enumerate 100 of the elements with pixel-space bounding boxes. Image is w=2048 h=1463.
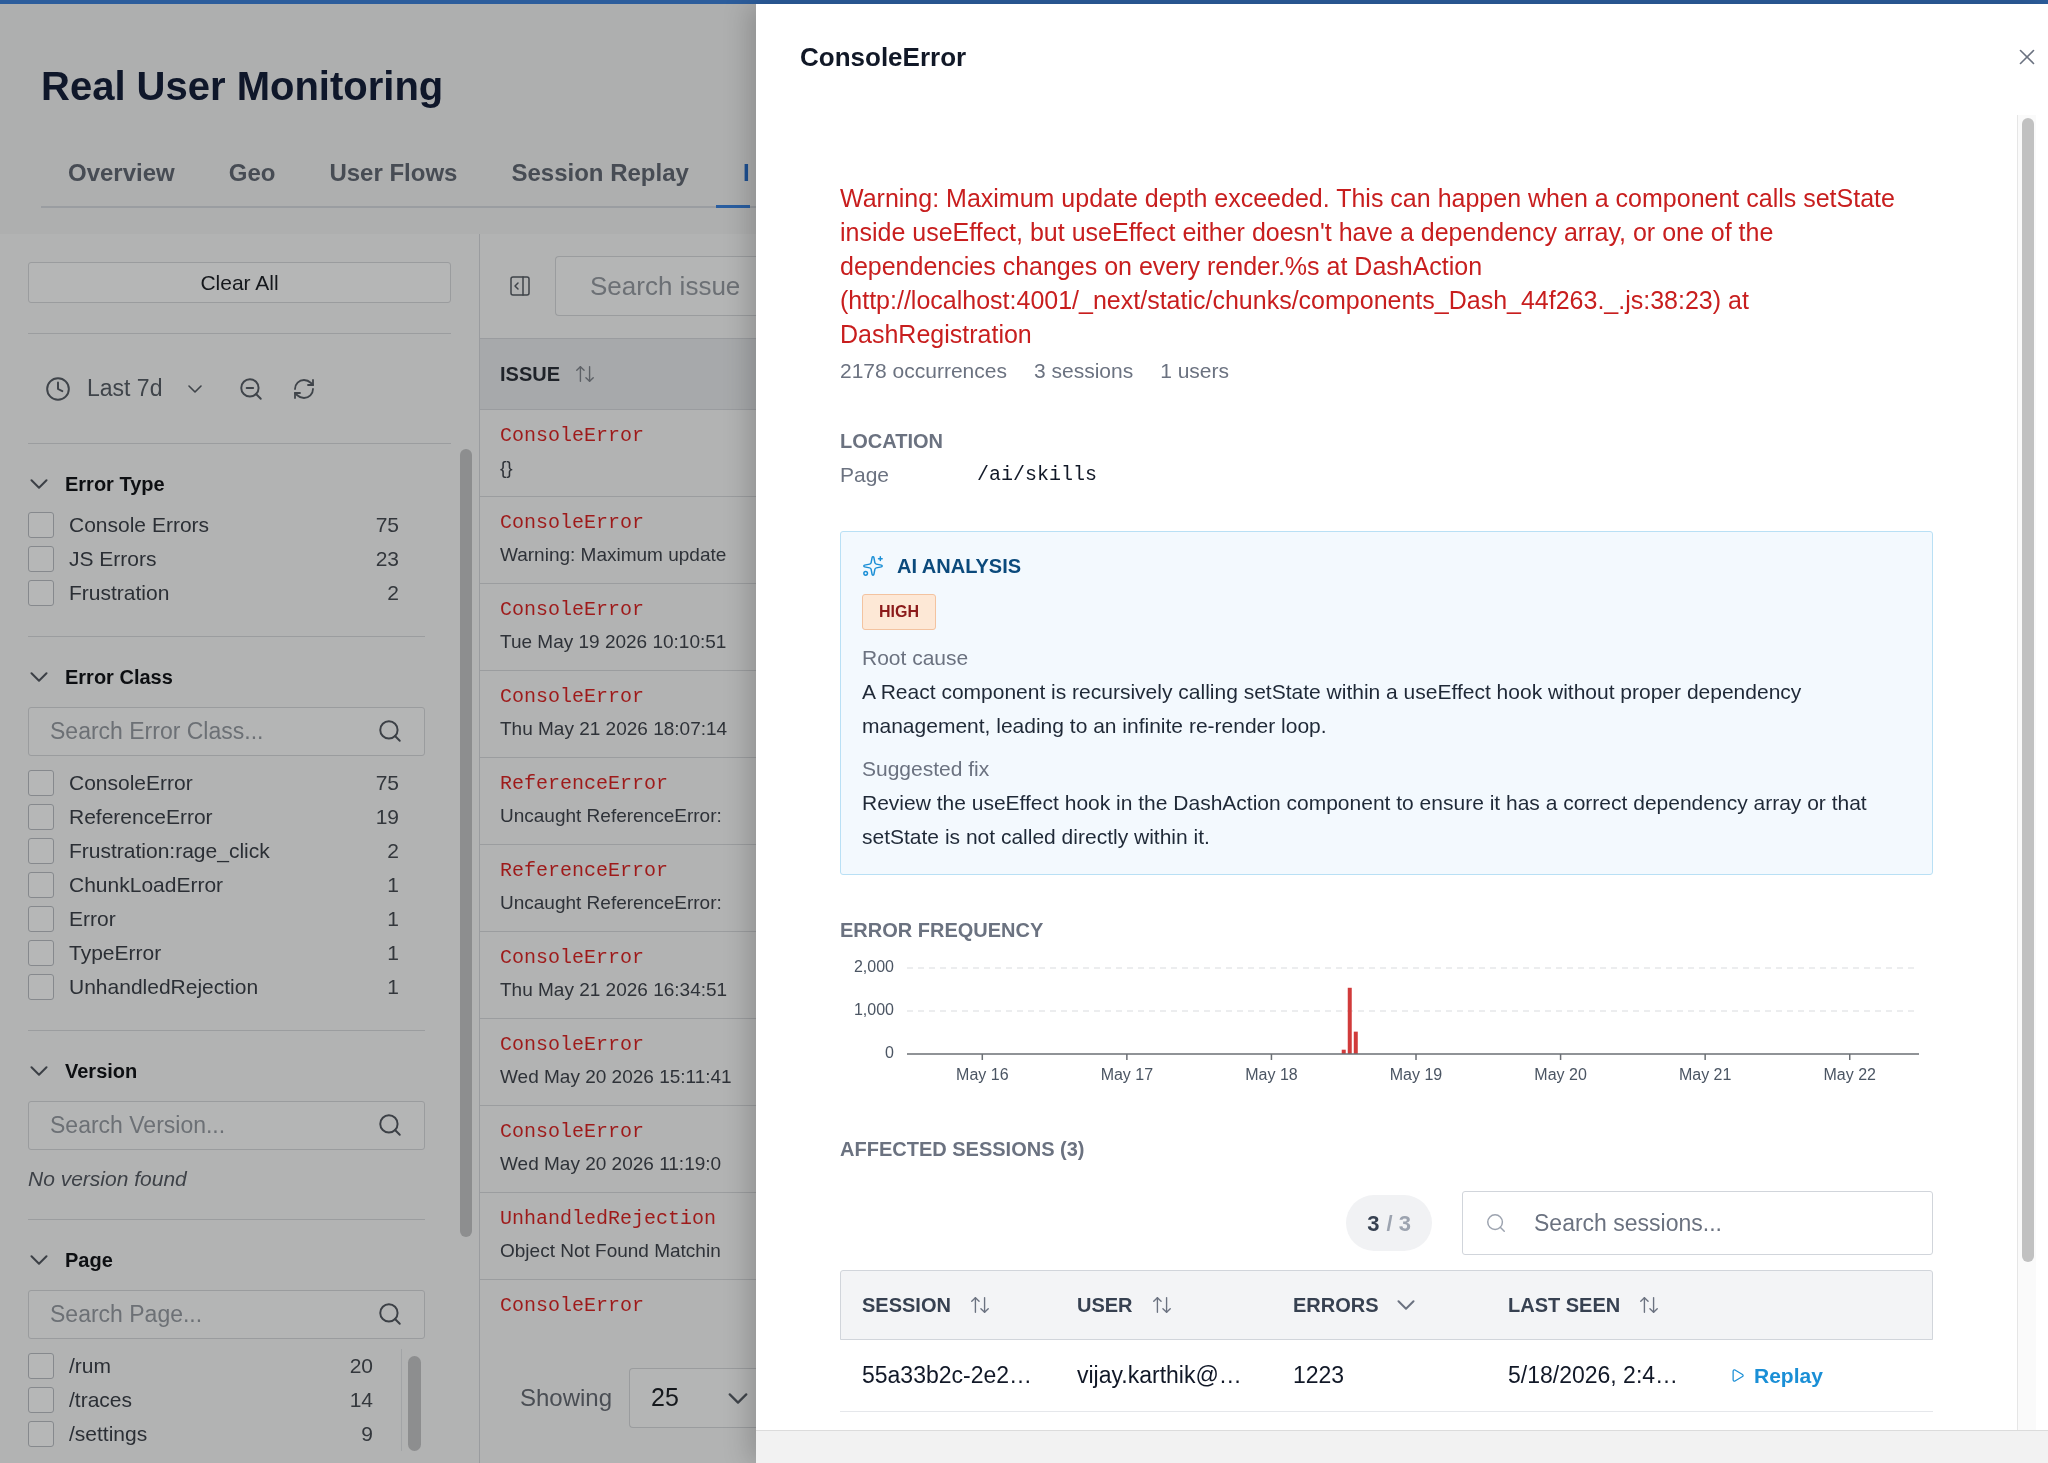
chevron-down-icon	[728, 1392, 748, 1404]
chevron-down-icon[interactable]	[30, 1066, 48, 1076]
checkbox[interactable]	[28, 512, 54, 538]
axis-label: May 21	[1678, 1066, 1732, 1084]
tab[interactable]: User Flows	[302, 140, 485, 208]
checkbox[interactable]	[28, 974, 54, 1000]
chevron-down-icon[interactable]	[1396, 1300, 1415, 1310]
section-header[interactable]: Error Class	[28, 657, 425, 697]
refresh-icon[interactable]	[292, 376, 317, 401]
section-label: AFFECTED SESSIONS (3)	[840, 1137, 1086, 1161]
checkbox[interactable]	[28, 906, 54, 932]
search-field[interactable]: Search issue	[555, 256, 756, 316]
sparkle-icon	[862, 555, 884, 577]
sort-icon[interactable]	[1150, 1294, 1173, 1316]
scrollbar-thumb[interactable]	[408, 1356, 421, 1451]
axis-label: May 20	[1534, 1066, 1587, 1084]
search-field[interactable]: Search Version...	[28, 1101, 425, 1150]
table-cell-text: 1223	[1293, 1361, 1345, 1391]
filter-label: ChunkLoadError	[69, 872, 224, 898]
analysis-text: Review the useEffect hook in the DashAction component to ensure it has a correct dependency array or that setState is not called directly within it.	[862, 790, 1868, 850]
page-size-select[interactable]: 25	[629, 1368, 756, 1428]
tab[interactable]: I	[715, 140, 750, 208]
chart-title: ERROR FREQUENCY	[840, 918, 1045, 942]
search-icon	[1485, 1212, 1507, 1234]
zoom-out-icon[interactable]	[238, 375, 265, 402]
search-field[interactable]: Search Error Class...	[28, 707, 425, 756]
empty-message: No version found	[28, 1166, 188, 1192]
stat-text: 2178 occurrences	[840, 359, 1007, 383]
checkbox[interactable]	[28, 838, 54, 864]
axis-label: 0	[885, 1044, 894, 1062]
column-header[interactable]: ERRORS	[1293, 1290, 1415, 1320]
column-header[interactable]: SESSION	[862, 1290, 991, 1320]
clock-icon	[45, 375, 71, 402]
filter-label: ConsoleError	[69, 770, 193, 796]
showing-label: Showing	[520, 1383, 613, 1413]
column-header[interactable]: ISSUE	[500, 359, 561, 389]
scrollbar-thumb[interactable]	[460, 449, 472, 1237]
filter-label: UnhandledRejection	[69, 974, 259, 1000]
checkbox[interactable]	[28, 872, 54, 898]
field-label: Page	[840, 462, 891, 489]
axis-label: May 19	[1389, 1066, 1443, 1084]
checkbox[interactable]	[28, 1353, 54, 1379]
checkbox[interactable]	[28, 770, 54, 796]
time-range-select[interactable]: Last 7d	[45, 366, 203, 411]
analysis-label: Suggested fix	[862, 756, 991, 782]
column-header[interactable]: LAST SEEN	[1508, 1290, 1661, 1320]
tab[interactable]: Overview	[41, 140, 202, 208]
result-count: 3 / 3	[1346, 1195, 1432, 1251]
checkbox[interactable]	[28, 546, 54, 572]
section-header[interactable]: Version	[28, 1051, 425, 1091]
analysis-label: Root cause	[862, 645, 970, 671]
search-icon	[377, 1301, 403, 1327]
search-icon	[377, 1112, 403, 1138]
filter-label: TypeError	[69, 940, 162, 966]
sort-icon[interactable]	[574, 363, 597, 385]
tab[interactable]: Geo	[201, 140, 303, 208]
panel-collapse-icon[interactable]	[508, 274, 532, 298]
filter-label: JS Errors	[69, 546, 157, 572]
search-icon	[377, 718, 403, 744]
clear-all-button[interactable]: Clear All	[28, 262, 451, 303]
filter-count: 20	[349, 1353, 373, 1379]
axis-label: May 22	[1823, 1066, 1876, 1084]
filter-label: /settings	[69, 1421, 148, 1447]
section-label: LOCATION	[840, 429, 944, 453]
filter-count: 14	[349, 1387, 373, 1413]
severity-badge: HIGH	[862, 594, 936, 630]
column-header[interactable]: USER	[1077, 1290, 1173, 1320]
sort-icon[interactable]	[1638, 1294, 1661, 1316]
table-cell-text: vijay.karthik@…	[1077, 1361, 1242, 1391]
page-title: Real User Monitoring	[41, 63, 445, 110]
filter-count: 2	[387, 838, 399, 864]
scrollbar-thumb[interactable]	[2022, 118, 2034, 1262]
chevron-down-icon[interactable]	[30, 1255, 48, 1265]
section-header[interactable]: Page	[28, 1240, 425, 1280]
checkbox[interactable]	[28, 1387, 54, 1413]
table-cell-text: 55a33b2c-2e2…	[862, 1361, 1033, 1391]
filter-count: 75	[375, 512, 399, 538]
analysis-text: A React component is recursively calling setState within a useEffect hook without proper dependency management, leading to an infinite re-render loop.	[862, 679, 1803, 739]
filter-count: 23	[375, 546, 399, 572]
filter-count: 1	[387, 940, 399, 966]
replay-link[interactable]: Replay	[1730, 1359, 1823, 1392]
section-header[interactable]: Error Type	[28, 464, 425, 504]
checkbox[interactable]	[28, 1421, 54, 1447]
field-value: /ai/skills	[977, 462, 1098, 488]
tab[interactable]: Session Replay	[484, 140, 716, 208]
checkbox[interactable]	[28, 940, 54, 966]
sort-icon[interactable]	[968, 1294, 991, 1316]
chevron-down-icon[interactable]	[30, 479, 48, 489]
filter-count: 19	[375, 804, 399, 830]
checkbox[interactable]	[28, 580, 54, 606]
search-field[interactable]: Search sessions...	[1462, 1191, 1933, 1255]
search-field[interactable]: Search Page...	[28, 1290, 425, 1339]
filter-count: 75	[375, 770, 399, 796]
filter-count: 1	[387, 906, 399, 932]
analysis-title: AI ANALYSIS	[897, 554, 1022, 579]
table-cell-text: 5/18/2026, 2:4…	[1508, 1361, 1679, 1391]
filter-label: ReferenceError	[69, 804, 213, 830]
axis-label: 2,000	[853, 958, 894, 976]
checkbox[interactable]	[28, 804, 54, 830]
chevron-down-icon[interactable]	[30, 672, 48, 682]
